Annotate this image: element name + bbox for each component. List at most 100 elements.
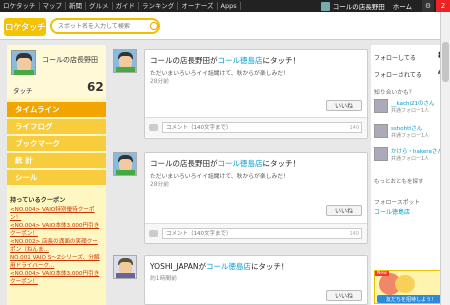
follow-spot-heading: フォロースポット <box>374 200 421 206</box>
user-avatar-small[interactable] <box>320 1 330 11</box>
post-avatar[interactable] <box>113 49 137 73</box>
notification-badge[interactable]: 2 <box>436 0 450 12</box>
friend-mutual: 共通フォロー1人 <box>391 133 430 139</box>
post-action: にタッチ！ <box>262 159 301 168</box>
comment-row: 140 <box>145 117 367 137</box>
comment-input[interactable] <box>162 122 362 133</box>
maybe-know-heading: 知り合いかも？ <box>374 90 415 96</box>
like-button[interactable]: いいね <box>326 100 362 111</box>
char-limit: 140 <box>349 125 359 131</box>
follow-spot-link[interactable]: コール徳島店 <box>374 207 410 216</box>
post-action: にタッチ！ <box>250 262 289 271</box>
coupon-item[interactable]: <NO.004> VAIO本体3,000円引きクーポン！ <box>10 222 103 238</box>
coupon-item[interactable]: <NO.002> 店長の満面の笑顔クーポン（ねんま... <box>10 238 103 254</box>
search-icon[interactable] <box>150 22 158 30</box>
sidebar-menu: タイムライン ライフログ ブックマーク 統 計 シール <box>7 102 106 187</box>
post-title: コールの店長野田がコール徳島店にタッチ！ <box>150 55 300 66</box>
find-more-link[interactable]: もっとおともを探す <box>374 177 424 185</box>
coupon-list: 持っているクーポン <NO.004> VAIO特別優待クーポン！ <NO.004… <box>7 195 106 288</box>
nav-item-gourmet[interactable]: グルメ <box>86 2 113 10</box>
settings-gear-icon[interactable]: ⚙ <box>422 0 434 12</box>
followers-label: フォローされてる <box>374 72 422 79</box>
friend-avatar[interactable] <box>374 99 388 113</box>
followers-row[interactable]: フォローされてる 4 <box>374 68 444 80</box>
home-link[interactable]: ホーム <box>393 1 412 11</box>
timeline: コールの店長野田がコール徳島店にタッチ！ ただいまいろいろイイ話聞けて、秋からが… <box>113 45 368 305</box>
timeline-post: コールの店長野田がコール徳島店にタッチ！ ただいまいろいろイイ話聞けて、秋からが… <box>113 49 368 139</box>
friend-avatar[interactable] <box>374 124 388 138</box>
post-user[interactable]: コールの店長野田 <box>150 56 210 65</box>
char-limit: 140 <box>349 231 359 237</box>
menu-item-stickers[interactable]: シール <box>7 170 106 185</box>
coupon-item[interactable]: NO.001 VAIO S〜Zシリーズ、分解用ドライバーク... <box>10 254 103 270</box>
coupon-item[interactable]: <NO.004> VAIO特別優待クーポン！ <box>10 206 103 222</box>
nav-item-guide[interactable]: ガイド <box>113 2 139 10</box>
post-comment: ただいまいろいろイイ話聞けて、秋からが楽しみだ！ <box>150 71 289 77</box>
comment-input[interactable] <box>162 228 362 239</box>
search-input[interactable] <box>58 22 150 30</box>
timeline-post: コールの店長野田がコール徳島店にタッチ！ ただいまいろいろイイ話聞けて、秋からが… <box>113 152 368 244</box>
post-time[interactable]: 約1時間前 <box>150 273 177 282</box>
coupon-item[interactable]: <NO.004> VAIO本体3,000円引きクーポン！ <box>10 270 103 286</box>
comment-icon <box>149 124 158 131</box>
suggested-friend[interactable]: __kachi21のさん 共通フォロー1人 <box>374 99 448 119</box>
nav-item-ranking[interactable]: ランキング <box>139 2 179 10</box>
invite-friends-button[interactable]: 友だちを招待しよう！ <box>377 295 445 303</box>
post-user[interactable]: コールの店長野田 <box>150 159 210 168</box>
coupon-heading: 持っているクーポン <box>10 197 66 204</box>
like-label: いいね <box>334 103 353 110</box>
post-avatar[interactable] <box>113 152 137 176</box>
post-card: YOSHI_JAPANがコール徳島店にタッチ！ 約1時間前 いいね <box>144 255 368 305</box>
right-sidebar: フォローしてる 8 フォローされてる 4 知り合いかも？ __kachi21のさ… <box>371 45 450 305</box>
post-shop-link[interactable]: コール徳島店 <box>206 262 251 271</box>
banner-illustration <box>395 275 415 293</box>
profile-name[interactable]: コールの店長野田 <box>42 55 98 65</box>
menu-item-lifelog[interactable]: ライフログ <box>7 119 106 134</box>
invite-friends-banner[interactable]: New 友だちを招待しよう！ <box>374 270 448 304</box>
scrollbar-thumb[interactable] <box>442 42 449 82</box>
post-time[interactable]: 28分前 <box>150 179 169 188</box>
timeline-post: YOSHI_JAPANがコール徳島店にタッチ！ 約1時間前 いいね <box>113 255 368 305</box>
friend-name[interactable]: sshohttさん <box>391 124 422 132</box>
menu-item-bookmark[interactable]: ブックマーク <box>7 136 106 151</box>
touch-count: 62 <box>87 80 104 94</box>
like-label: いいね <box>334 208 353 215</box>
profile-box: コールの店長野田 タッチ 62 <box>7 45 106 98</box>
site-header: ロケタッチ <box>0 12 450 40</box>
friend-mutual: 共通フォロー1人 <box>391 108 430 114</box>
post-shop-link[interactable]: コール徳島店 <box>218 56 263 65</box>
post-connector: が <box>198 262 206 271</box>
top-username[interactable]: コールの店長野田 <box>333 1 385 11</box>
post-title: コールの店長野田がコール徳島店にタッチ！ <box>150 158 300 169</box>
nav-item-map[interactable]: マップ <box>40 2 66 10</box>
suggested-friend[interactable]: sshohttさん 共通フォロー1人 <box>374 124 448 144</box>
scrollbar[interactable] <box>440 12 450 305</box>
post-card: コールの店長野田がコール徳島店にタッチ！ ただいまいろいろイイ話聞けて、秋からが… <box>144 152 368 244</box>
comment-row: 140 <box>145 223 367 243</box>
nav-item-news[interactable]: 新聞 <box>66 2 86 10</box>
like-label: いいね <box>334 293 353 300</box>
menu-item-stats[interactable]: 統 計 <box>7 153 106 168</box>
post-user[interactable]: YOSHI_JAPAN <box>150 262 198 271</box>
post-time[interactable]: 28分前 <box>150 76 169 85</box>
friend-name[interactable]: __kachi21のさん <box>391 99 435 107</box>
friend-name[interactable]: かけら・hakeraさん <box>391 147 443 155</box>
locatouch-logo[interactable]: ロケタッチ <box>4 18 46 36</box>
nav-item-owners[interactable]: オーナーズ <box>178 2 218 10</box>
following-row[interactable]: フォローしてる 8 <box>374 51 444 63</box>
touch-count-label: タッチ <box>13 87 33 95</box>
profile-avatar[interactable] <box>11 50 36 75</box>
menu-item-timeline[interactable]: タイムライン <box>7 102 106 117</box>
post-avatar[interactable] <box>113 255 137 279</box>
like-button[interactable]: いいね <box>326 290 362 301</box>
post-card: コールの店長野田がコール徳島店にタッチ！ ただいまいろいろイイ話聞けて、秋からが… <box>144 49 368 139</box>
friend-avatar[interactable] <box>374 147 388 161</box>
post-connector: が <box>210 159 218 168</box>
nav-item-apps[interactable]: Apps <box>218 2 241 10</box>
post-title: YOSHI_JAPANがコール徳島店にタッチ！ <box>150 261 288 272</box>
suggested-friend[interactable]: かけら・hakeraさん 共通フォロー1人 <box>374 147 448 167</box>
like-button[interactable]: いいね <box>326 205 362 216</box>
post-shop-link[interactable]: コール徳島店 <box>218 159 263 168</box>
nav-item-locatouch[interactable]: ロケタッチ <box>0 2 40 10</box>
post-comment: ただいまいろいろイイ話聞けて、秋からが楽しみだ！ <box>150 174 289 180</box>
